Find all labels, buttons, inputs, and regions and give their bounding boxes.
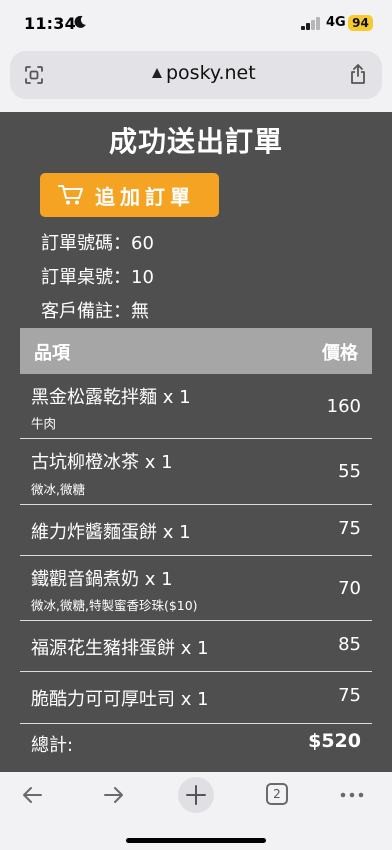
- status-time: 11:34: [24, 14, 76, 33]
- item-options: 微冰,微糖,特製蜜香珍珠($10): [31, 598, 198, 613]
- cart-icon: [58, 185, 83, 205]
- network-type: 4G: [326, 15, 346, 30]
- item-options: 微冰,微糖: [31, 482, 85, 497]
- page-title: 成功送出訂單: [108, 125, 283, 158]
- battery-indicator: 94: [348, 15, 373, 31]
- item-name: 福源花生豬排蛋餅 x 1: [31, 638, 209, 659]
- total-row: 總計: $520: [20, 725, 372, 765]
- url-text[interactable]: posky.net: [166, 62, 256, 84]
- header-price: 價格: [322, 343, 358, 364]
- item-price: 70: [338, 578, 361, 599]
- item-price: 55: [338, 461, 361, 482]
- item-name: 古坑柳橙冰茶 x 1: [31, 452, 173, 473]
- table-header: 品項 價格: [20, 328, 372, 374]
- share-icon[interactable]: [349, 63, 367, 85]
- table-row: 福源花生豬排蛋餅 x 1 85: [20, 621, 372, 672]
- item-price: 85: [338, 634, 361, 655]
- more-options-icon[interactable]: [340, 792, 364, 798]
- item-name: 鐵觀音鍋煮奶 x 1: [31, 569, 173, 590]
- signal-icon: [301, 17, 321, 30]
- item-price: 75: [338, 685, 361, 706]
- page-settings-icon[interactable]: [24, 65, 44, 85]
- total-label: 總計:: [31, 735, 74, 756]
- new-tab-plus-icon[interactable]: [177, 776, 215, 814]
- home-indicator: [126, 838, 266, 843]
- item-name: 維力炸醬麵蛋餅 x 1: [31, 522, 191, 543]
- total-value: $520: [308, 730, 361, 752]
- header-item: 品項: [34, 343, 70, 364]
- order-confirmation-page: 成功送出訂單 追加訂單 訂單號碼：60 訂單桌號：10 客戶備註：無 品項 價格…: [0, 112, 392, 772]
- add-order-button[interactable]: 追加訂單: [40, 173, 219, 217]
- tab-count-button[interactable]: 2: [266, 783, 288, 805]
- table-number: 訂單桌號：10: [41, 267, 154, 288]
- table-row: 鐵觀音鍋煮奶 x 1 微冰,微糖,特製蜜香珍珠($10) 70: [20, 556, 372, 621]
- add-order-label: 追加訂單: [95, 185, 195, 209]
- item-name: 脆酷力可可厚吐司 x 1: [31, 689, 209, 710]
- item-price: 160: [326, 396, 361, 417]
- table-row: 脆酷力可可厚吐司 x 1 75: [20, 672, 372, 724]
- customer-note: 客戶備註：無: [41, 301, 149, 322]
- table-row: 古坑柳橙冰茶 x 1 微冰,微糖 55: [20, 439, 372, 505]
- item-price: 75: [338, 518, 361, 539]
- status-bar: 11:34 4G 94: [0, 0, 392, 50]
- table-row: 黑金松露乾拌麵 x 1 牛肉 160: [20, 374, 372, 439]
- item-name: 黑金松露乾拌麵 x 1: [31, 387, 191, 408]
- back-arrow-icon[interactable]: [20, 783, 44, 807]
- moon-icon: [74, 15, 86, 28]
- table-row: 維力炸醬麵蛋餅 x 1 75: [20, 505, 372, 556]
- forward-arrow-icon[interactable]: [102, 783, 126, 807]
- item-options: 牛肉: [31, 416, 57, 431]
- order-number: 訂單號碼：60: [41, 233, 154, 254]
- address-bar[interactable]: posky.net: [10, 51, 382, 99]
- lock-icon: [152, 68, 162, 78]
